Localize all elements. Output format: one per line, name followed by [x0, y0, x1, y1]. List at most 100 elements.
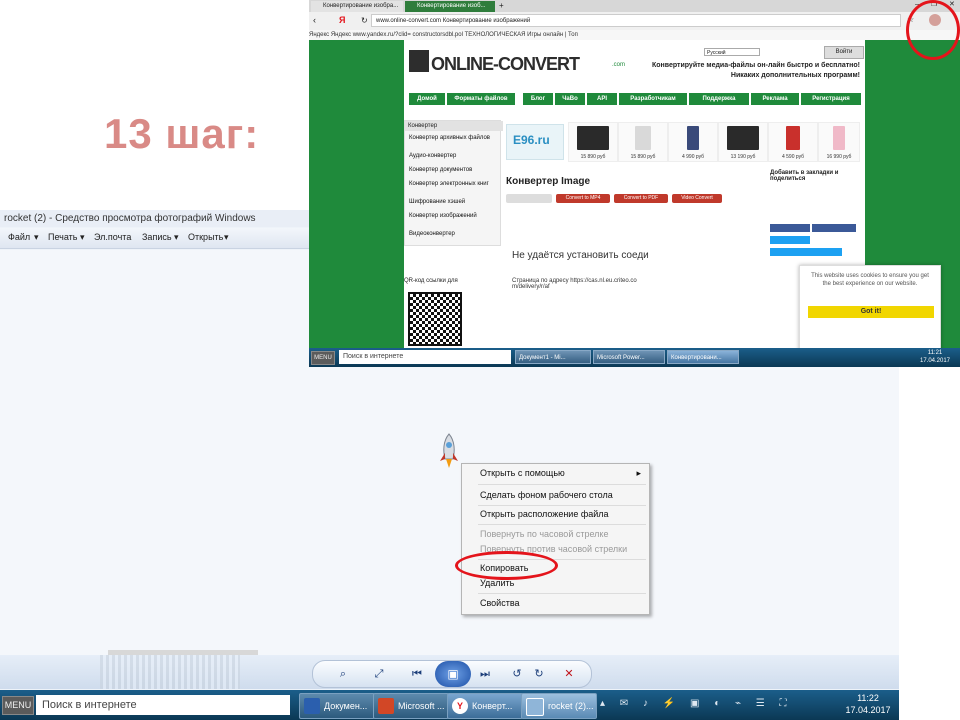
menu-file[interactable]: Файл	[8, 232, 30, 242]
sidebar-item-ebooks[interactable]: Конвертер электронных книг	[409, 181, 489, 188]
task-label: Microsoft ...	[398, 701, 445, 711]
slideshow-button[interactable]: ▣	[435, 661, 471, 687]
start-menu-button[interactable]: MENU	[2, 696, 34, 715]
chevron-down-icon[interactable]: ▾	[174, 232, 179, 243]
zoom-icon[interactable]: ⌕	[335, 667, 351, 681]
chevron-down-icon[interactable]: ▾	[224, 232, 229, 243]
menu-set-wallpaper[interactable]: Сделать фоном рабочего стола	[462, 487, 649, 503]
nav-register[interactable]: Регистрация	[801, 93, 861, 105]
product-price: 15 890 руб	[580, 154, 606, 160]
photo-icon	[526, 698, 544, 716]
sidebar-item-audio[interactable]: Аудио-конвертер	[409, 153, 456, 160]
tab-active[interactable]: Конвертирование изоб...	[405, 1, 495, 12]
nav-home[interactable]: Домой	[409, 93, 445, 105]
sidebar-item-documents[interactable]: Конвертер документов	[409, 167, 472, 174]
menu-print[interactable]: Печать	[48, 232, 77, 242]
cookie-text: This website uses cookies to ensure you …	[811, 273, 929, 287]
menu-divider	[478, 484, 646, 485]
language-select[interactable]: Русский	[704, 48, 760, 56]
product-card[interactable]: 15 890 руб	[618, 122, 668, 162]
task-browser[interactable]: Конвертировани...	[667, 350, 739, 364]
product-price: 4 590 руб	[781, 154, 805, 160]
convert-mp4-button[interactable]: Convert to MP4	[556, 194, 610, 203]
task-document[interactable]: Документ1 - Mi...	[515, 350, 591, 364]
menu-properties[interactable]: Свойства	[462, 595, 649, 611]
twitter-button[interactable]	[770, 236, 810, 244]
product-card[interactable]: 13 190 руб	[718, 122, 768, 162]
previous-icon[interactable]: ⏮	[409, 667, 425, 681]
facebook-button[interactable]	[770, 224, 810, 232]
site-content: ONLINE-CONVERT .com Русский Войти Конвер…	[404, 40, 865, 348]
nav-blog[interactable]: Блог	[523, 93, 553, 105]
clock-date: 17.04.2017	[919, 358, 951, 364]
menu-open-location[interactable]: Открыть расположение файла	[462, 506, 649, 522]
nav-developers[interactable]: Разработчикам	[619, 93, 687, 105]
product-price: 4 990 руб	[681, 154, 705, 160]
page-bg-left	[309, 40, 404, 348]
bookmarks-bar[interactable]: Яндекс Яндекс www.yandex.ru/?clid= const…	[309, 30, 960, 40]
convert-pdf-button[interactable]: Convert to PDF	[614, 194, 668, 203]
facebook-button[interactable]	[812, 224, 856, 232]
rotate-ccw-icon[interactable]: ↺	[509, 667, 525, 681]
task-document[interactable]: Докумен...	[299, 693, 375, 719]
rotate-cw-icon[interactable]: ↻	[531, 667, 547, 681]
reload-icon[interactable]: ↻	[361, 16, 368, 25]
menu-email[interactable]: Эл.почта	[94, 232, 131, 242]
sidebar-item-archive[interactable]: Конвертер архивных файлов	[409, 135, 490, 142]
nav-support[interactable]: Поддержка	[689, 93, 749, 105]
page-title-text: Конвертирование изображений	[442, 18, 531, 24]
back-icon[interactable]: ‹	[313, 15, 316, 25]
site-logo[interactable]: ONLINE-CONVERT	[431, 54, 580, 75]
nav-ads[interactable]: Реклама	[751, 93, 799, 105]
task-powerpoint[interactable]: Microsoft ...	[373, 693, 449, 719]
nav-api[interactable]: API	[587, 93, 617, 105]
step-title: 13 шаг:	[104, 110, 260, 157]
sidebar-item-hash[interactable]: Шифрование хэшей	[409, 199, 465, 206]
product-price: 13 190 руб	[730, 154, 756, 160]
task-powerpoint[interactable]: Microsoft Power...	[593, 350, 665, 364]
product-card[interactable]: 16 990 руб	[818, 122, 860, 162]
ad-banner[interactable]: E96.ru	[506, 124, 564, 160]
tagline-2: Никаких дополнительных программ!	[730, 72, 860, 79]
adobe-badge[interactable]	[506, 194, 552, 203]
nav-formats[interactable]: Форматы файлов	[447, 93, 515, 105]
sidebar-item-video[interactable]: Видеоконвертер	[409, 231, 455, 238]
powerpoint-icon	[378, 698, 394, 714]
converter-title: Конвертер Image	[506, 176, 591, 187]
inner-taskbar: MENU Поиск в интернете Документ1 - Mi...…	[309, 348, 960, 367]
nav-faq[interactable]: ЧаВо	[555, 93, 585, 105]
clock[interactable]: 11:21 17.04.2017	[915, 349, 955, 365]
taskbar-search[interactable]: Поиск в интернете	[36, 695, 290, 715]
start-menu-button[interactable]: MENU	[311, 351, 335, 365]
menu-label: Открыть с помощью	[480, 468, 565, 478]
chevron-down-icon[interactable]: ▾	[80, 232, 85, 243]
sidebar-item-images[interactable]: Конвертер изображений	[409, 213, 477, 220]
next-icon[interactable]: ⏭	[477, 667, 493, 681]
menu-open-with[interactable]: Открыть с помощью ▸	[462, 465, 649, 481]
taskbar-search[interactable]: Поиск в интернете	[339, 350, 511, 364]
address-input[interactable]: www.online-convert.com Конвертирование и…	[371, 14, 901, 27]
login-button[interactable]: Войти	[824, 46, 864, 59]
url-text: www.online-convert.com	[376, 18, 442, 24]
tray-icons[interactable]: ▴ ✉ ♪ ⚡ ▣ ◐ ⌁ ☰ ⛶	[600, 698, 800, 712]
product-image	[577, 126, 609, 150]
delete-icon[interactable]: ✕	[561, 667, 577, 681]
menu-divider	[478, 524, 646, 525]
tab[interactable]: Конвертирование изобра...	[311, 1, 403, 12]
menu-open[interactable]: Открыть	[188, 232, 223, 242]
product-card[interactable]: 4 990 руб	[668, 122, 718, 162]
chevron-down-icon[interactable]: ▾	[34, 232, 39, 243]
new-tab-icon[interactable]: +	[499, 1, 504, 11]
cookie-accept-button[interactable]: Got it!	[808, 306, 934, 318]
viewer-toolbar: ⌕ ⤢ ⏮ ▣ ⏭ ↺ ↻ ✕	[0, 655, 899, 689]
twitter-button[interactable]	[770, 248, 842, 256]
menu-burn[interactable]: Запись	[142, 232, 172, 242]
fit-window-icon[interactable]: ⤢	[371, 667, 387, 681]
task-browser[interactable]: Y Конверт...	[447, 693, 523, 719]
product-card[interactable]: 4 590 руб	[768, 122, 818, 162]
task-photo-viewer[interactable]: rocket (2)...	[521, 693, 597, 719]
video-convert-button[interactable]: Video Convert	[672, 194, 722, 203]
clock[interactable]: 11:22 17.04.2017	[840, 692, 896, 716]
yandex-icon[interactable]: Я	[339, 15, 345, 25]
product-card[interactable]: 15 890 руб	[568, 122, 618, 162]
